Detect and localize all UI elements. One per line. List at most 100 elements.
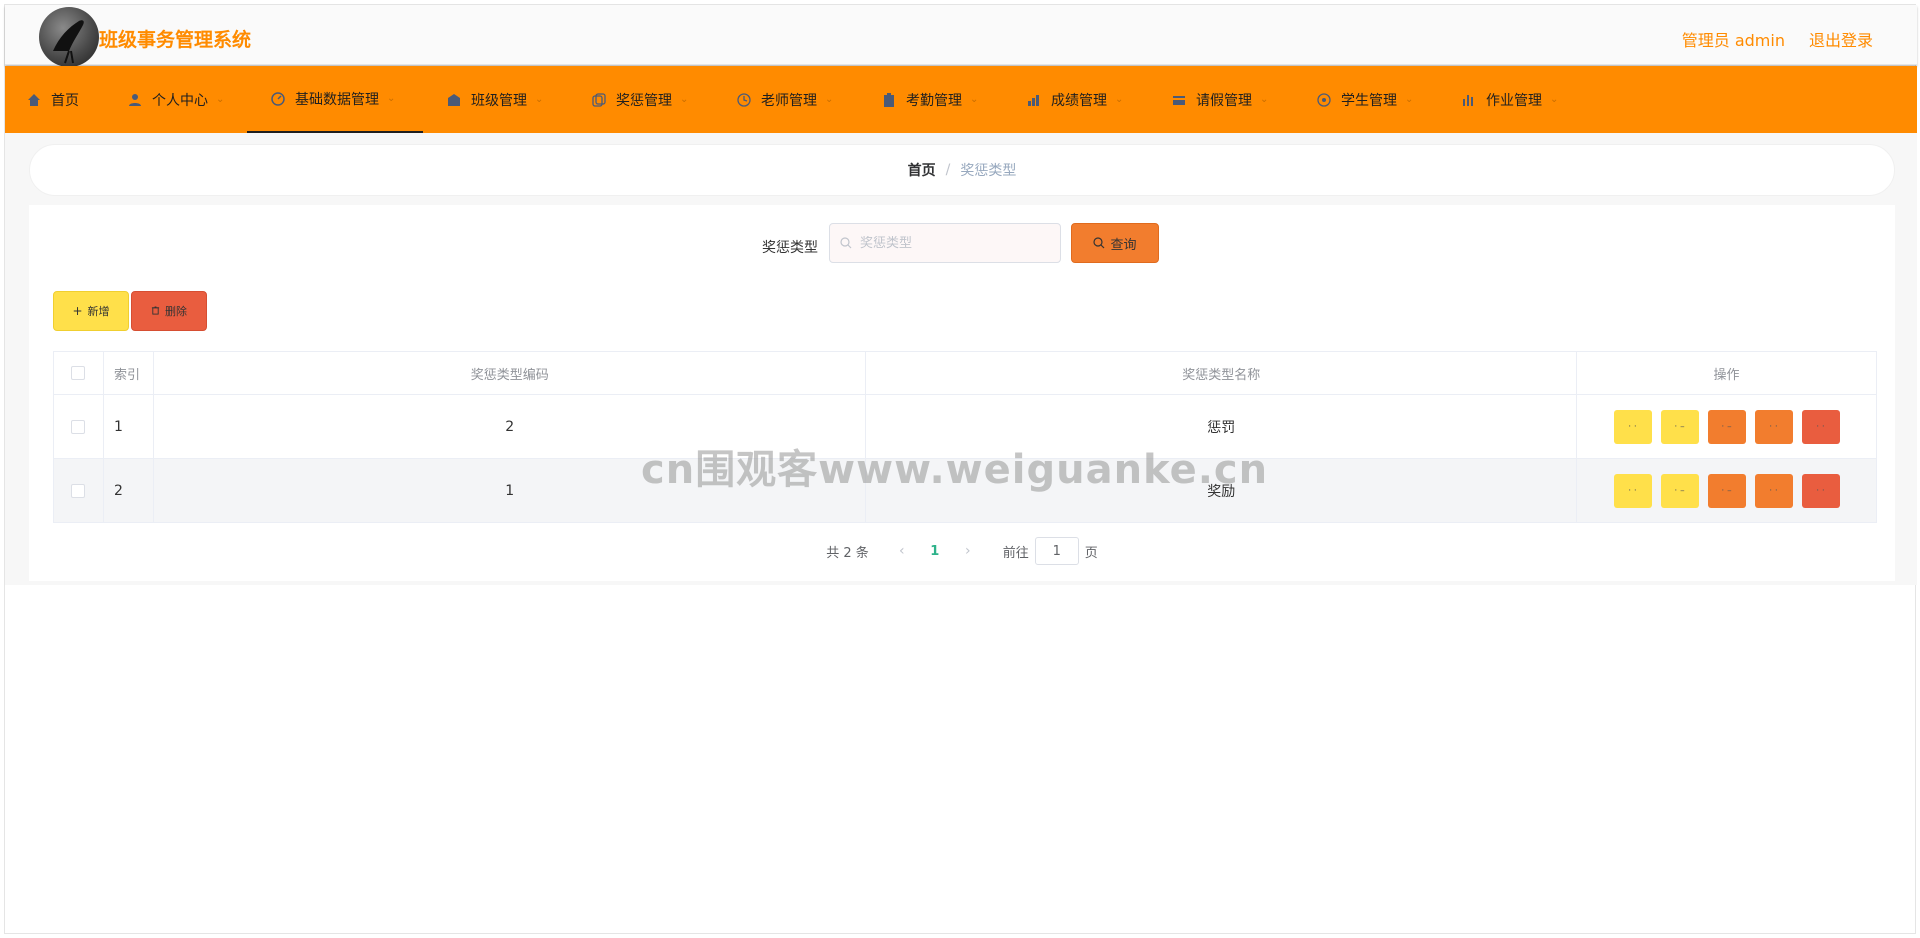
nav-label: 作业管理: [1486, 92, 1542, 109]
nav-item-leave[interactable]: 请假管理 ⌄: [1172, 66, 1268, 133]
header-index: 索引: [103, 351, 154, 395]
pagination-goto: 前往 页: [1003, 537, 1098, 565]
delete-row-button[interactable]: · ·: [1801, 409, 1840, 444]
chevron-down-icon: ⌄: [825, 94, 834, 105]
row-code: 2: [153, 394, 867, 459]
action-button[interactable]: · –: [1707, 473, 1746, 508]
plus-icon: +: [72, 304, 83, 318]
row-checkbox[interactable]: [71, 483, 86, 498]
pagination: 共 2 条 ‹ 1 › 前往 页: [29, 537, 1895, 565]
user-icon: [128, 93, 142, 107]
select-all-cell: [53, 351, 104, 395]
page-number[interactable]: 1: [917, 544, 953, 559]
page-suffix: 页: [1084, 545, 1098, 561]
dashboard-icon: [271, 91, 285, 106]
search-button[interactable]: 查询: [1071, 223, 1159, 263]
row-ops: · · · – · – · · · ·: [1576, 394, 1877, 459]
chevron-down-icon: ⌄: [970, 94, 979, 105]
breadcrumb-current: 奖惩类型: [960, 163, 1017, 179]
breadcrumb: 首页 / 奖惩类型: [29, 144, 1895, 196]
row-code: 1: [153, 458, 867, 523]
detail-button[interactable]: · ·: [1613, 409, 1652, 444]
detail-button[interactable]: · ·: [1613, 473, 1652, 508]
chevron-left-icon[interactable]: ‹: [887, 543, 917, 559]
copy-icon: [592, 92, 606, 107]
row-check-cell: [53, 394, 104, 459]
delete-button[interactable]: 删除: [131, 291, 207, 331]
table-row: 2 1 奖励 · · · – · – · · · ·: [53, 458, 1877, 523]
logout-link[interactable]: 退出登录: [1809, 27, 1873, 51]
search-field[interactable]: [829, 223, 1061, 263]
app-window: 班级事务管理系统 管理员 admin 退出登录 首页 个人中心 ⌄ 基础数据管理…: [4, 4, 1917, 934]
nav-label: 基础数据管理: [295, 91, 379, 108]
nav-item-basic-data[interactable]: 基础数据管理 ⌄: [247, 66, 423, 133]
nav-label: 个人中心: [152, 92, 208, 109]
header-name: 奖惩类型名称: [865, 351, 1577, 395]
logo-image: [39, 7, 99, 67]
nav-item-attendance[interactable]: 考勤管理 ⌄: [882, 66, 978, 133]
nav-item-home[interactable]: 首页: [27, 66, 79, 133]
table-header-row: 索引 奖惩类型编码 奖惩类型名称 操作: [53, 351, 1877, 395]
search-input[interactable]: [860, 235, 1050, 251]
row-name: 惩罚: [865, 394, 1577, 459]
edit-button[interactable]: · –: [1660, 409, 1699, 444]
nav-item-teacher[interactable]: 老师管理 ⌄: [737, 66, 833, 133]
search-button-label: 查询: [1110, 237, 1137, 253]
data-table: 索引 奖惩类型编码 奖惩类型名称 操作 1 2 惩罚 · · · – · – ·…: [53, 351, 1877, 523]
goto-page-input[interactable]: [1034, 537, 1079, 565]
chevron-down-icon: ⌄: [1405, 94, 1414, 105]
nav-label: 首页: [51, 92, 79, 109]
chart-icon: [1027, 93, 1041, 107]
edit-button[interactable]: · –: [1660, 473, 1699, 508]
pagination-total: 共 2 条: [826, 545, 869, 561]
nav-item-profile[interactable]: 个人中心 ⌄: [128, 66, 224, 133]
row-check-cell: [53, 458, 104, 523]
delete-row-button[interactable]: · ·: [1801, 473, 1840, 508]
nav-item-student[interactable]: 学生管理 ⌄: [1317, 66, 1413, 133]
delete-button-label: 删除: [165, 305, 187, 318]
user-label[interactable]: 管理员 admin: [1682, 27, 1785, 51]
card-icon: [1172, 93, 1186, 107]
app-title: 班级事务管理系统: [99, 29, 252, 51]
chevron-down-icon: ⌄: [1115, 94, 1124, 105]
select-all-checkbox[interactable]: [71, 366, 86, 380]
nav-item-reward[interactable]: 奖惩管理 ⌄: [592, 66, 688, 133]
nav-label: 班级管理: [471, 92, 527, 109]
nav-label: 成绩管理: [1051, 92, 1107, 109]
main-nav: 首页 个人中心 ⌄ 基础数据管理 ⌄ 班级管理 ⌄ 奖惩管理 ⌄ 老师管理 ⌄: [5, 66, 1917, 133]
row-ops: · · · – · – · · · ·: [1576, 458, 1877, 523]
action-button[interactable]: · ·: [1754, 409, 1793, 444]
trash-icon: [151, 304, 160, 318]
row-checkbox[interactable]: [71, 419, 86, 434]
add-button-label: 新增: [87, 305, 110, 318]
search-icon: [1093, 237, 1105, 249]
search-label: 奖惩类型: [762, 240, 818, 256]
nav-label: 学生管理: [1341, 92, 1397, 109]
nav-label: 老师管理: [761, 92, 817, 109]
action-button[interactable]: · ·: [1754, 473, 1793, 508]
row-index: 2: [103, 458, 154, 523]
target-icon: [1317, 92, 1331, 107]
nav-label: 奖惩管理: [616, 92, 672, 109]
nav-item-class[interactable]: 班级管理 ⌄: [447, 66, 543, 133]
nav-label: 考勤管理: [906, 92, 962, 109]
clipboard-icon: [882, 92, 896, 107]
nav-item-score[interactable]: 成绩管理 ⌄: [1027, 66, 1123, 133]
add-button[interactable]: + 新增: [53, 291, 129, 331]
chevron-down-icon: ⌄: [535, 94, 544, 105]
chevron-down-icon: ⌄: [216, 94, 225, 105]
home-icon: [27, 93, 41, 107]
bar-chart-icon: [1462, 93, 1476, 107]
chevron-down-icon: ⌄: [680, 94, 689, 105]
header-code: 奖惩类型编码: [153, 351, 867, 395]
goto-label: 前往: [1002, 545, 1029, 561]
top-header: 班级事务管理系统 管理员 admin 退出登录: [5, 5, 1917, 67]
row-name: 奖励: [865, 458, 1577, 523]
breadcrumb-home[interactable]: 首页: [908, 160, 936, 180]
main-panel: 奖惩类型 查询 + 新增 删除 索引 奖惩类型编码 奖惩类型名称 操: [29, 205, 1895, 581]
row-index: 1: [103, 394, 154, 459]
action-button[interactable]: · –: [1707, 409, 1746, 444]
chevron-right-icon[interactable]: ›: [953, 543, 983, 559]
header-user-area: 管理员 admin 退出登录: [1682, 27, 1873, 51]
nav-item-homework[interactable]: 作业管理 ⌄: [1462, 66, 1558, 133]
